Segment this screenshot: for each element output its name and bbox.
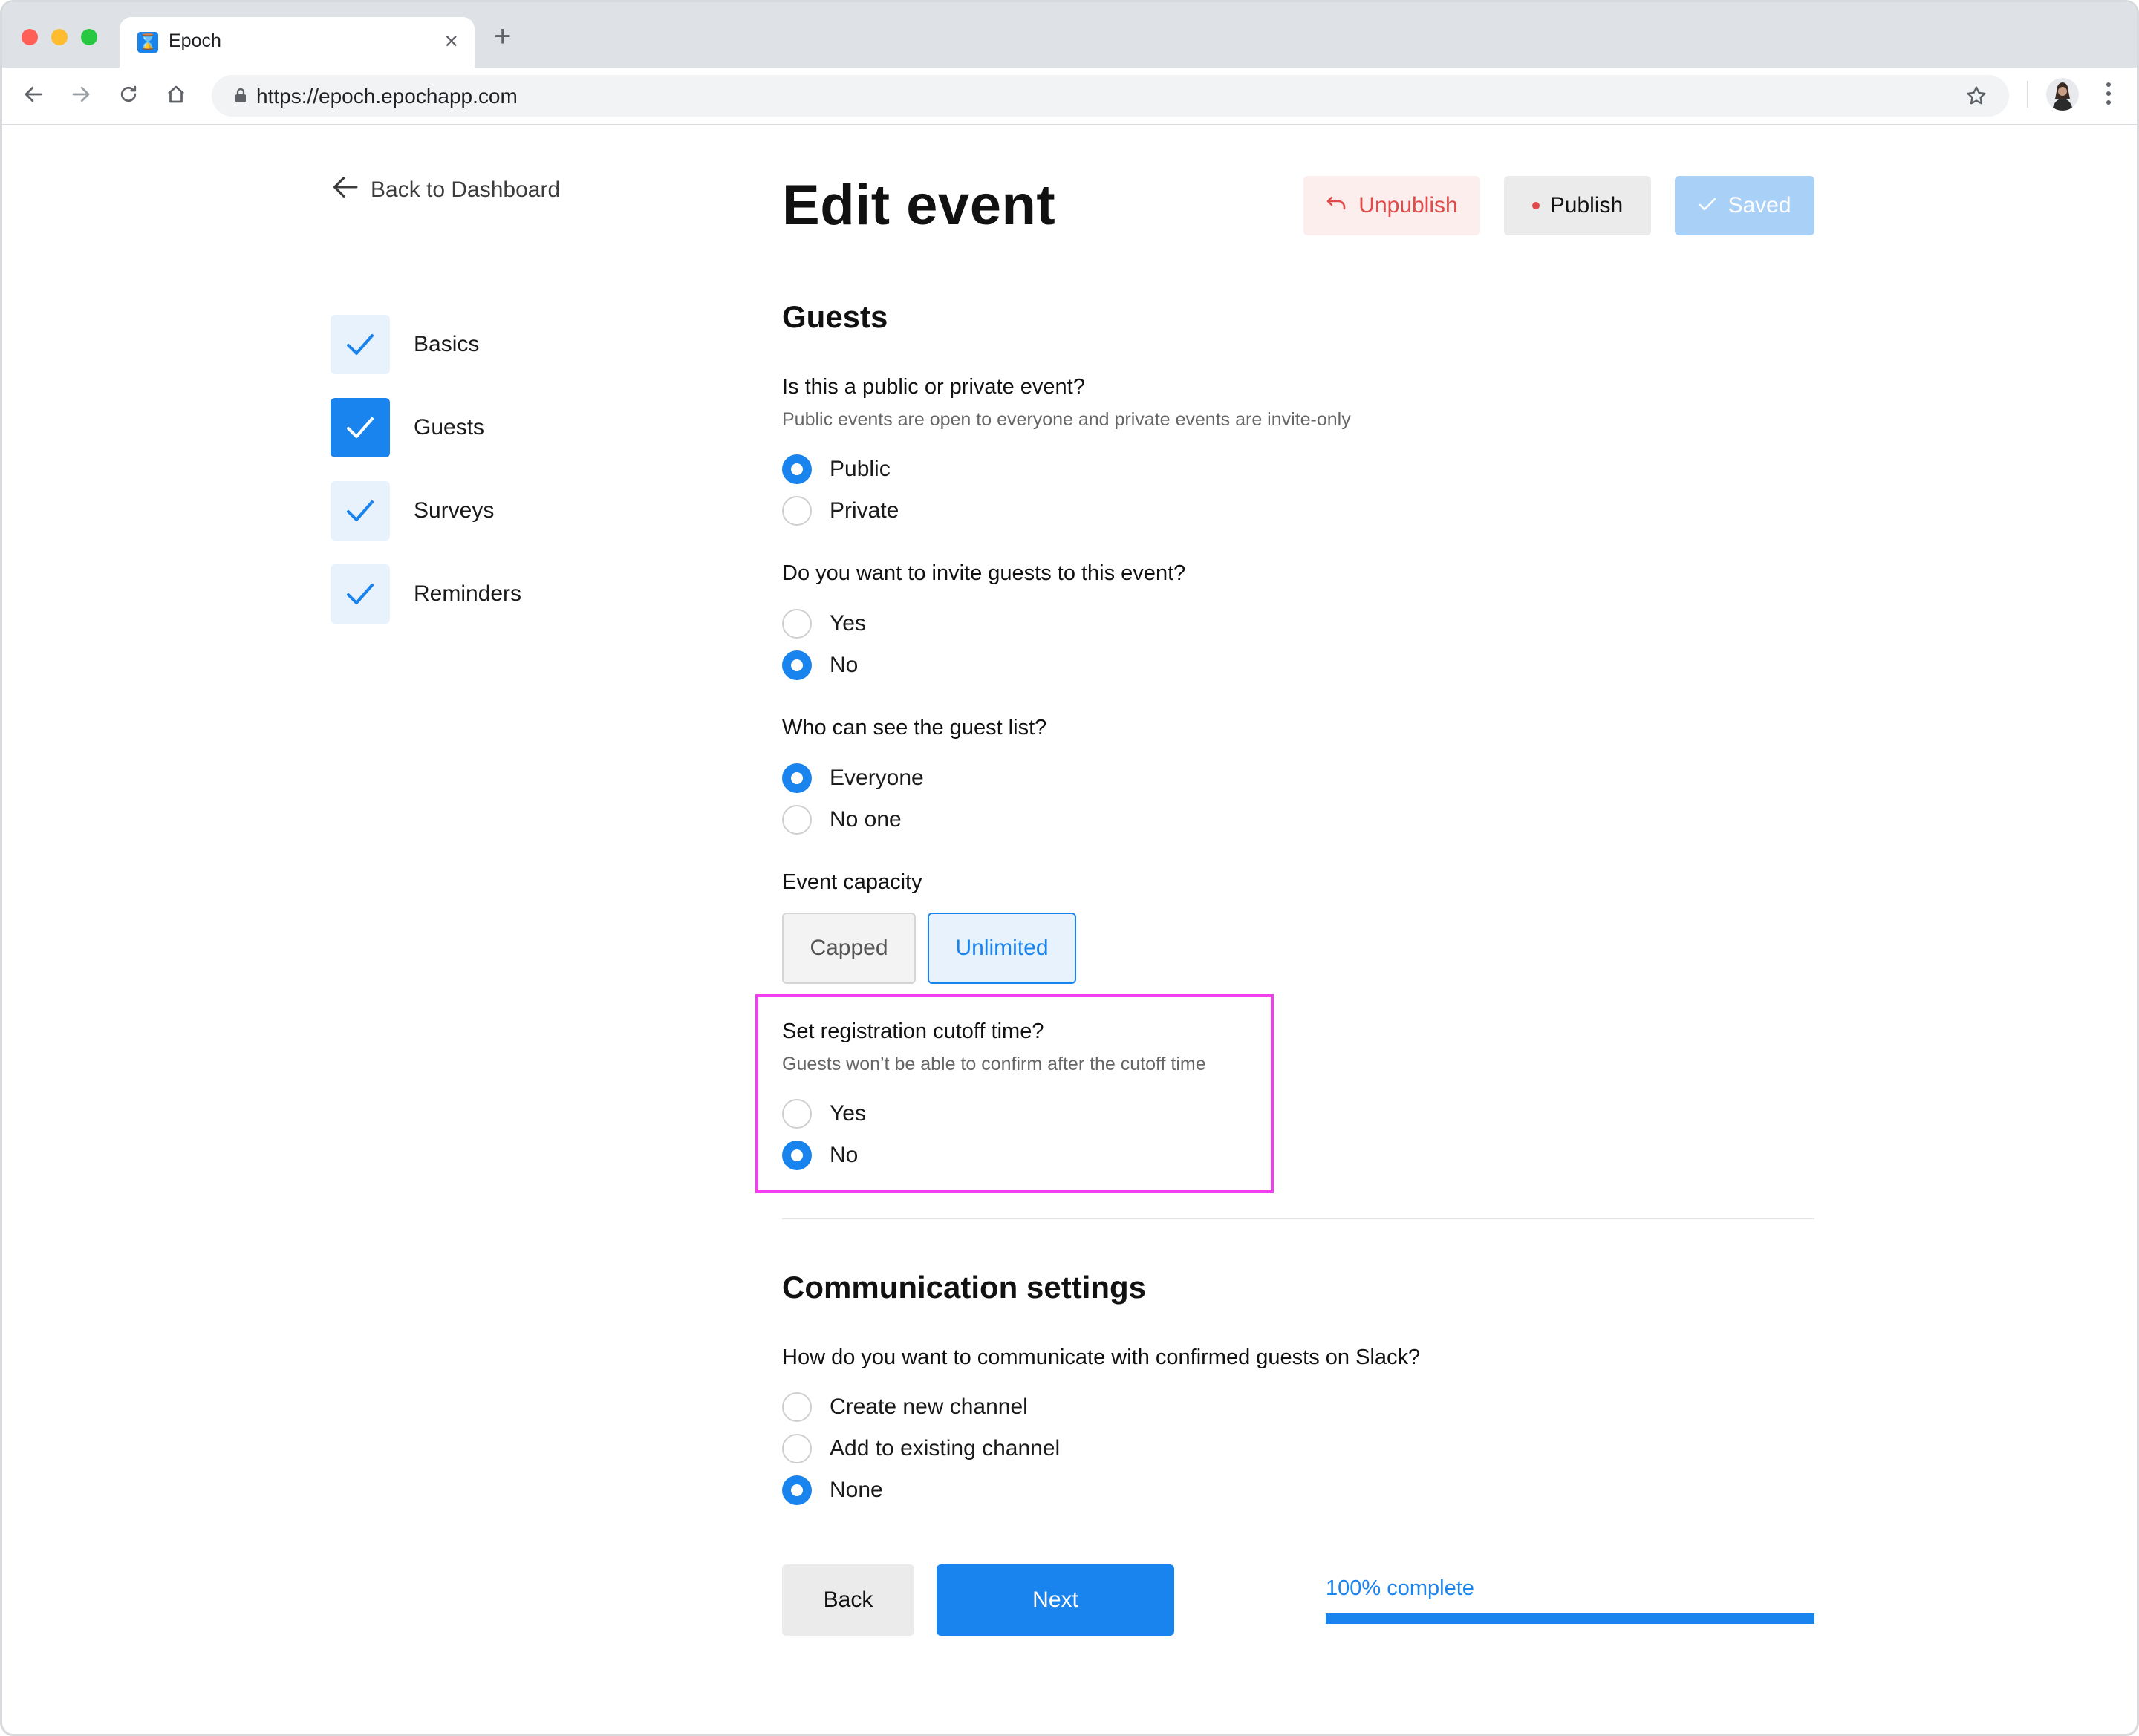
cutoff-question: Set registration cutoff time? [782,1019,1044,1043]
epoch-favicon-icon: ⌛ [137,32,158,53]
capacity-capped-button[interactable]: Capped [782,913,916,984]
page-title: Edit event [782,174,1056,237]
visibility-help: Public events are open to everyone and p… [782,409,1351,430]
url-text: https://epoch.epochapp.com [256,85,518,108]
step-label: Surveys [414,498,495,523]
progress-bar [1326,1613,1814,1624]
step-label: Guests [414,415,485,440]
tab-close-icon[interactable]: × [444,27,458,54]
step-surveys[interactable]: Surveys [331,481,521,541]
forward-arrow-icon[interactable] [65,78,97,111]
undo-icon [1326,193,1348,218]
radio-button[interactable] [782,805,812,835]
radio-button[interactable] [782,609,812,639]
reload-icon[interactable] [112,78,145,111]
radio-label: Create new channel [830,1394,1028,1419]
radio-everyone[interactable]: Everyone [782,763,924,793]
radio-label: No one [830,807,902,832]
radio-invite-no[interactable]: No [782,650,858,680]
step-check-icon [331,315,390,374]
radio-existing-channel[interactable]: Add to existing channel [782,1434,1060,1463]
step-check-icon [331,564,390,624]
invite-question: Do you want to invite guests to this eve… [782,561,1186,585]
radio-cutoff-yes[interactable]: Yes [782,1099,866,1129]
home-icon[interactable] [160,78,192,111]
radio-label: Add to existing channel [830,1436,1061,1461]
radio-invite-yes[interactable]: Yes [782,609,866,639]
radio-button[interactable] [782,1392,812,1422]
step-check-icon [331,481,390,541]
step-basics[interactable]: Basics [331,315,521,374]
visibility-question: Is this a public or private event? [782,375,1085,399]
step-label: Basics [414,332,480,356]
capacity-label: Event capacity [782,870,922,894]
back-to-dashboard-label: Back to Dashboard [371,177,561,202]
radio-button-selected[interactable] [782,650,812,680]
step-check-icon [331,398,390,457]
radio-button-selected[interactable] [782,1475,812,1505]
publish-button[interactable]: Publish [1504,176,1651,235]
tab-title: Epoch [169,30,221,51]
browser-toolbar: https://epoch.epochapp.com [2,68,2137,125]
toolbar-separator [2027,81,2028,108]
slack-question: How do you want to communicate with conf… [782,1345,1421,1369]
publish-label: Publish [1549,193,1624,218]
radio-button-selected[interactable] [782,454,812,484]
radio-private[interactable]: Private [782,496,899,526]
radio-label: Public [830,457,891,481]
tab-strip: ⌛ Epoch × + [2,2,2137,68]
lock-icon [234,88,247,108]
unpublish-button[interactable]: Unpublish [1303,176,1480,235]
back-button[interactable]: Back [782,1564,914,1636]
radio-button-selected[interactable] [782,763,812,793]
step-reminders[interactable]: Reminders [331,564,521,624]
maximize-window-button[interactable] [81,29,97,45]
step-guests[interactable]: Guests [331,398,521,457]
capacity-unlimited-button[interactable]: Unlimited [928,913,1076,984]
step-list: Basics Guests Surveys Reminders [331,315,521,647]
saved-label: Saved [1728,193,1791,218]
unpublish-label: Unpublish [1358,193,1458,218]
radio-label: Yes [830,1101,866,1126]
radio-label: No [830,1143,859,1167]
browser-tab[interactable]: ⌛ Epoch × [120,17,475,68]
radio-create-channel[interactable]: Create new channel [782,1392,1028,1422]
radio-label: Everyone [830,766,924,790]
radio-label: None [830,1478,883,1502]
radio-button-selected[interactable] [782,1141,812,1170]
communication-section-title: Communication settings [782,1270,1147,1305]
next-button[interactable]: Next [937,1564,1174,1636]
profile-avatar[interactable] [2046,78,2079,111]
check-icon [1698,193,1717,218]
new-tab-icon[interactable]: + [494,22,511,51]
guest-list-question: Who can see the guest list? [782,716,1047,740]
radio-none[interactable]: None [782,1475,883,1505]
radio-button[interactable] [782,1099,812,1129]
cutoff-help: Guests won’t be able to confirm after th… [782,1054,1206,1074]
minimize-window-button[interactable] [51,29,68,45]
radio-label: No [830,653,859,677]
radio-label: Yes [830,611,866,636]
close-window-button[interactable] [22,29,38,45]
arrow-left-icon [332,174,360,206]
radio-no-one[interactable]: No one [782,805,902,835]
radio-label: Private [830,498,899,523]
bookmark-star-icon[interactable] [1964,84,1988,111]
step-label: Reminders [414,581,522,606]
browser-window: ⌛ Epoch × + https://epoch.epochapp.com B… [0,0,2139,1736]
back-arrow-icon[interactable] [17,78,50,111]
progress-label: 100% complete [1326,1576,1474,1600]
unpublished-dot-icon [1531,202,1540,209]
radio-button[interactable] [782,1434,812,1463]
progress-fill [1326,1613,1814,1624]
back-to-dashboard-link[interactable]: Back to Dashboard [332,174,560,206]
guests-section-title: Guests [782,299,888,334]
saved-button[interactable]: Saved [1675,176,1814,235]
browser-menu-icon[interactable] [2101,78,2116,111]
address-bar[interactable]: https://epoch.epochapp.com [212,75,2009,117]
radio-cutoff-no[interactable]: No [782,1141,858,1170]
section-divider [782,1218,1814,1219]
radio-public[interactable]: Public [782,454,891,484]
radio-button[interactable] [782,496,812,526]
